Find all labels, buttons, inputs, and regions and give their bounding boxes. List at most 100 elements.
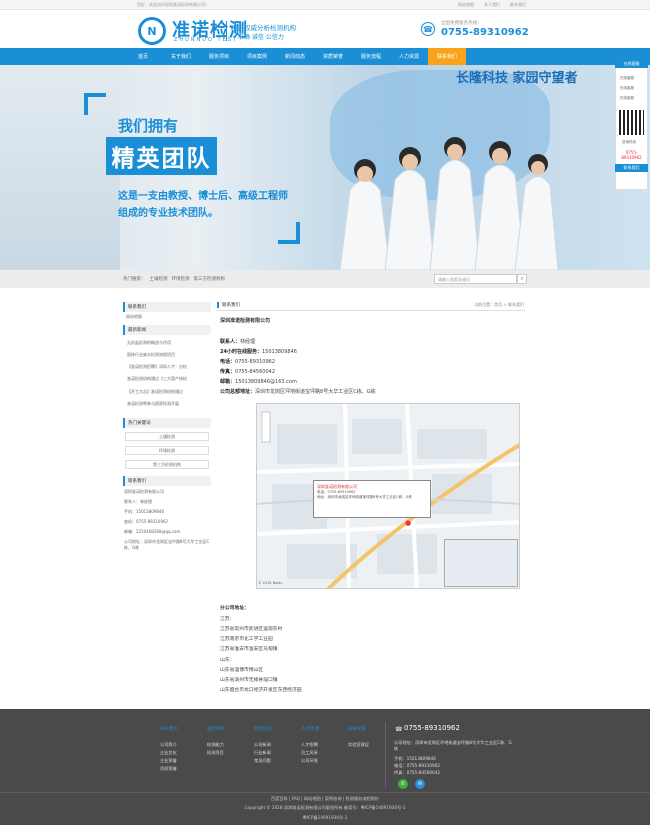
footer-link[interactable]: 公司新闻 <box>254 742 271 748</box>
info-label: 电话： <box>220 359 236 365</box>
nav-news[interactable]: 新闻动态 <box>276 48 314 65</box>
qq-service-2[interactable]: 在线客服 <box>620 86 634 91</box>
sidebar-contact-head: 联系我们 <box>123 302 211 312</box>
top-link-about[interactable]: 关于我们 <box>484 2 500 8</box>
footer-link[interactable]: 员工风采 <box>301 750 318 756</box>
branch-item: 山东： <box>220 658 235 663</box>
footer-tel: 电话：0755-89310962 <box>394 763 441 768</box>
nav-honors[interactable]: 资质荣誉 <box>314 48 352 65</box>
keyword-button[interactable]: 第三方检测机构 <box>125 460 209 469</box>
footer-link[interactable]: 企业文化 <box>160 750 177 756</box>
content-title: 联系我们 <box>217 302 240 308</box>
sidebar-phone: 座机：0755-89310962 <box>124 519 168 524</box>
nav-process[interactable]: 服务流程 <box>352 48 390 65</box>
footer-col-head[interactable]: 人力资源 <box>301 726 319 732</box>
footer-link[interactable]: 实验室建设 <box>348 742 369 748</box>
qq-icon[interactable]: ✉ <box>415 779 425 789</box>
hero-line1: 我们拥有 <box>118 117 179 135</box>
news-item[interactable]: 无机盐检测的概述与作用 <box>127 340 207 346</box>
float-phone: 0755-89310962 <box>621 150 642 160</box>
footer-col-head[interactable]: 服务项目 <box>207 726 225 732</box>
footer-link[interactable]: 常见问题 <box>254 758 271 764</box>
wechat-icon[interactable]: ✆ <box>398 779 408 789</box>
footer-link[interactable]: 人才招聘 <box>301 742 318 748</box>
search-input[interactable]: 请输入搜索关键词 <box>434 274 517 284</box>
map-pin-icon[interactable]: ● <box>405 519 411 527</box>
footer-phone: 0755-89310962 <box>404 724 460 732</box>
nav-contact[interactable]: 联系我们 <box>428 48 466 65</box>
news-item[interactable]: 【准诺检测招聘】深圳人才：分检 <box>127 364 207 370</box>
hero-title: 精英团队 <box>106 137 217 175</box>
branch-item: 山东省淄博市博山区 <box>220 668 264 673</box>
footer-links[interactable]: 百度百科 | FAQ | 网站地图 | 案例咨询 | 检测服务流程报价 <box>0 796 650 802</box>
breadcrumb[interactable]: 当前位置：首页 > 联系我们 <box>474 302 524 308</box>
nav-hr[interactable]: 人力资源 <box>390 48 428 65</box>
footer-link[interactable]: 公司环境 <box>301 758 318 764</box>
keyword-button[interactable]: 环境检测 <box>125 446 209 455</box>
hot-search-item[interactable]: 第三方检测机构 <box>194 276 226 282</box>
footer-rule <box>0 792 650 793</box>
sidebar-address: 公司地址：深圳市龙岗区宝坪路8号大华工业区C栋、G栋 <box>124 539 210 550</box>
qq-service-1[interactable]: 在线客服 <box>620 76 634 81</box>
sidebar-company-head: 联系我们 <box>123 476 211 486</box>
qr-code-icon <box>619 110 644 135</box>
nav-about[interactable]: 关于我们 <box>162 48 200 65</box>
top-link-contact[interactable]: 联系我们 <box>510 2 526 8</box>
footer-col-head[interactable]: 新闻资讯 <box>254 726 272 732</box>
branch-item: 江苏省常州市武进区遥观东村 <box>220 627 283 632</box>
hero-corner-top <box>84 93 106 115</box>
keyword-button[interactable]: 土壤检测 <box>125 432 209 441</box>
nav-home[interactable]: 首页 <box>124 48 162 65</box>
footer-link[interactable]: 资质荣誉 <box>160 766 177 772</box>
hot-search-item[interactable]: 土壤检测 <box>150 276 168 282</box>
nav-cases[interactable]: 项目案例 <box>238 48 276 65</box>
header-slogan: 国内权威分析检测机构 <box>231 24 296 32</box>
sidebar-news-head: 最新新闻 <box>123 325 211 335</box>
info-label: 传真： <box>220 369 236 375</box>
welcome-text: 您好，欢迎访问深圳准诺检测有限公司！ <box>137 2 209 7</box>
sidebar-sitemap-link[interactable]: 网站地图 <box>126 314 142 320</box>
qr-label: 咨询热线 <box>622 140 636 144</box>
logo-icon[interactable]: N <box>138 17 166 45</box>
info-label: 邮箱： <box>220 379 236 385</box>
footer-link[interactable]: 检测项目 <box>207 750 224 756</box>
footer-col-head[interactable]: 关于我们 <box>160 726 178 732</box>
footer-address: 公司地址：深圳市龙岗区坪地街道宝坪路8号大华工业区C栋、G栋 <box>394 740 512 752</box>
phone-icon: ☎ <box>395 726 403 733</box>
news-item[interactable]: 准诺检测机构通过《三方案产体检 <box>127 376 207 382</box>
hero-line3: 组成的专业技术团队。 <box>118 208 218 219</box>
info-value: 林经理 <box>240 339 256 345</box>
qq-service-3[interactable]: 在线客服 <box>620 96 634 101</box>
sidebar-keywords-head: 热门关键词 <box>123 418 211 428</box>
map-overview[interactable] <box>444 539 518 587</box>
nav-services[interactable]: 服务项目 <box>200 48 238 65</box>
info-value: 0755-89310962 <box>235 359 275 365</box>
hotline-label: 全国免费服务热线： <box>441 21 482 26</box>
service-panel-head: 在线客服 <box>615 60 648 68</box>
footer-link[interactable]: 检测能力 <box>207 742 224 748</box>
info-hotline: 24小时在线服务：15013809846 <box>220 348 297 355</box>
footer-copyright: Copyright © 2018 深圳准诺检测有限公司版权所有 备案号：粤ICP… <box>244 805 406 810</box>
news-item[interactable]: 【开工大吉】准诺检测机构通过 <box>127 389 207 395</box>
info-label: 公司总部地址： <box>220 389 256 395</box>
sidebar-contact-person: 联系人：林经理 <box>124 499 152 504</box>
company-name: 深圳准诺检测有限公司 <box>220 318 271 324</box>
search-icon[interactable]: ⌕ <box>517 274 527 284</box>
footer-link[interactable]: 企业荣誉 <box>160 758 177 764</box>
news-item[interactable]: 固体行业废水检测流程项目 <box>127 352 207 358</box>
news-item[interactable]: 准诺检测将参与国家检测开展 <box>127 401 207 407</box>
footer-link[interactable]: 公司简介 <box>160 742 177 748</box>
branch-item: 江苏： <box>220 617 235 622</box>
footer-col-head[interactable]: 资质荣誉 <box>348 726 366 732</box>
hot-search-label: 热门搜索： <box>123 277 146 282</box>
float-contact-button[interactable]: 联系我们 <box>615 164 648 172</box>
hot-search-item[interactable]: 环境检测 <box>172 276 190 282</box>
hot-search: 热门搜索： 土壤检测 环境检测 第三方检测机构 <box>123 276 225 282</box>
footer-link[interactable]: 行业新闻 <box>254 750 271 756</box>
phone-icon: ☎ <box>421 22 435 36</box>
footer-divider <box>385 722 386 788</box>
info-phone: 电话：0755-89310962 <box>220 358 275 365</box>
branch-head: 分公司地址： <box>220 606 249 611</box>
footer-icp[interactable]: 粤ICP备14091930号-1 <box>0 815 650 821</box>
top-link-sitemap[interactable]: 网站地图 <box>458 2 474 8</box>
